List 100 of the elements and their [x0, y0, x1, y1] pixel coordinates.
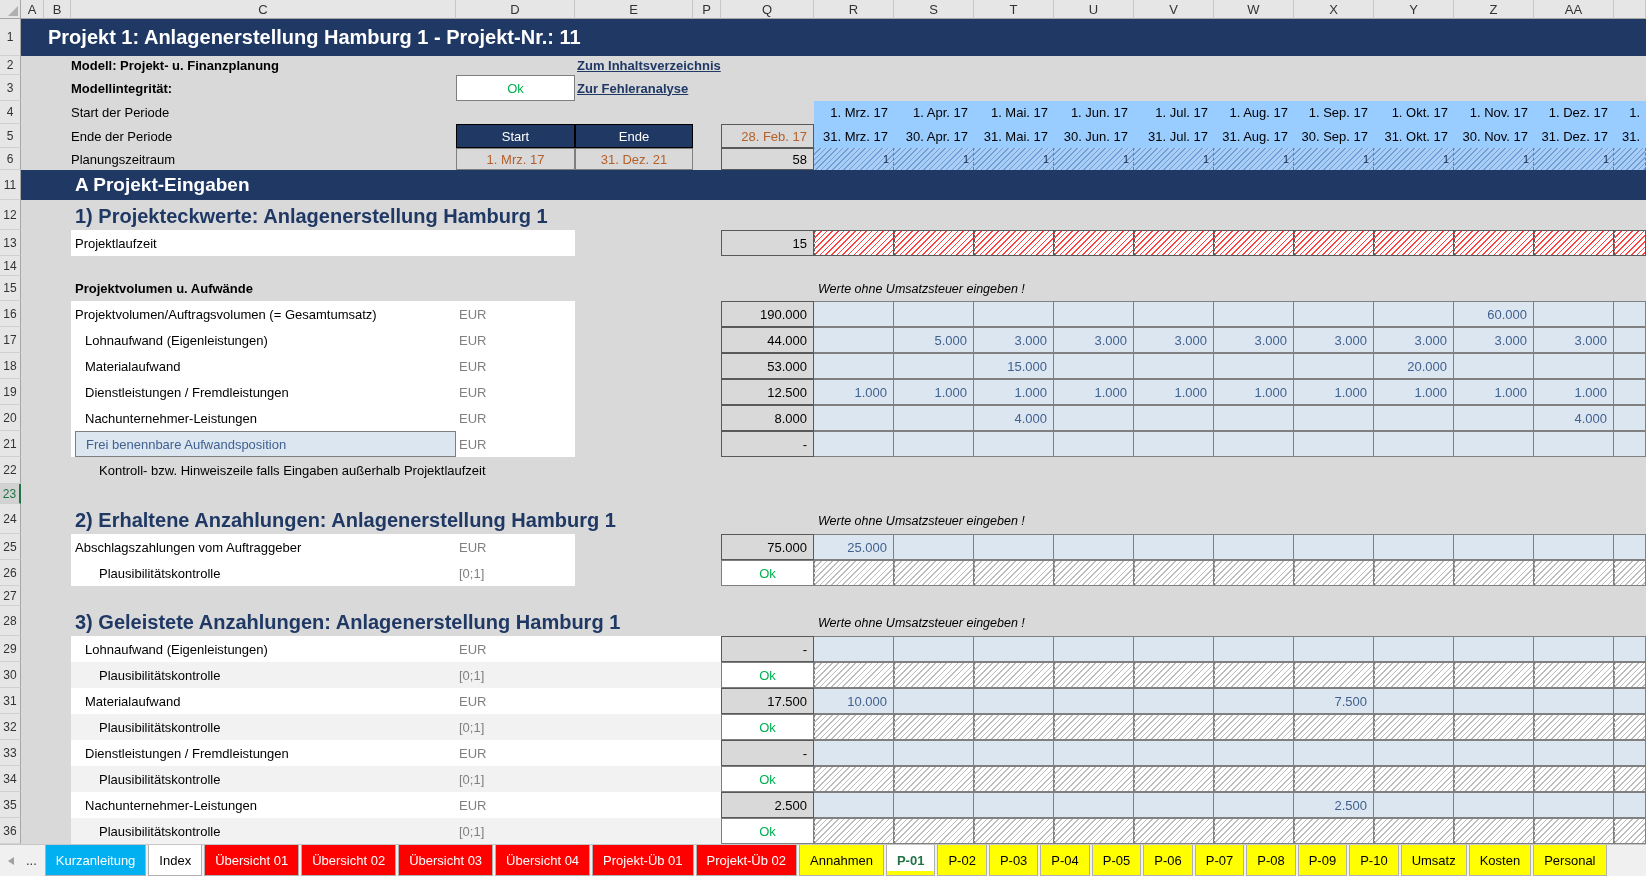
input-cell[interactable]	[1614, 405, 1646, 431]
input-cell[interactable]	[1374, 792, 1454, 818]
row-number[interactable]: 32	[0, 714, 21, 740]
input-cell[interactable]	[894, 405, 974, 431]
sheet-tab[interactable]: Annahmen	[799, 845, 884, 876]
input-cell[interactable]	[1534, 688, 1614, 714]
input-cell[interactable]	[1134, 353, 1214, 379]
column-header[interactable]	[1614, 0, 1646, 19]
input-cell[interactable]	[1614, 636, 1646, 662]
row-number[interactable]: 34	[0, 766, 21, 792]
input-cell[interactable]	[974, 740, 1054, 766]
input-cell[interactable]	[894, 636, 974, 662]
input-cell[interactable]	[1134, 636, 1214, 662]
input-cell[interactable]: 1.000	[1054, 379, 1134, 405]
column-header[interactable]: Y	[1374, 0, 1454, 19]
input-cell[interactable]	[974, 688, 1054, 714]
row-number[interactable]: 31	[0, 688, 21, 714]
input-cell[interactable]	[1054, 353, 1134, 379]
row-number[interactable]: 22	[0, 457, 21, 484]
row-number[interactable]: 18	[0, 353, 21, 379]
input-cell[interactable]	[1454, 688, 1534, 714]
input-cell[interactable]: 1.000	[1534, 379, 1614, 405]
input-cell[interactable]	[974, 636, 1054, 662]
input-cell[interactable]	[1294, 353, 1374, 379]
input-cell[interactable]: 5.000	[894, 327, 974, 353]
input-cell[interactable]	[974, 792, 1054, 818]
input-cell[interactable]: 20.000	[1374, 353, 1454, 379]
column-header[interactable]: R	[814, 0, 894, 19]
sheet-tab[interactable]: Übersicht 01	[204, 845, 300, 876]
input-cell[interactable]	[1214, 301, 1294, 327]
input-cell[interactable]	[1054, 405, 1134, 431]
sheet-tab[interactable]: P-03	[988, 845, 1039, 876]
input-cell[interactable]	[1214, 534, 1294, 560]
row-number[interactable]: 33	[0, 740, 21, 766]
input-cell[interactable]	[1454, 405, 1534, 431]
sheet-tab[interactable]: P-02	[937, 845, 987, 876]
input-cell[interactable]	[1134, 405, 1214, 431]
row-number[interactable]: 29	[0, 636, 21, 662]
hyperlink[interactable]: Zur Fehleranalyse	[575, 80, 814, 96]
column-header[interactable]: Q	[721, 0, 814, 19]
input-cell[interactable]	[974, 301, 1054, 327]
input-cell[interactable]	[1534, 740, 1614, 766]
row-number[interactable]: 28	[0, 606, 21, 636]
input-cell[interactable]	[1534, 301, 1614, 327]
input-cell[interactable]	[1214, 636, 1294, 662]
input-cell[interactable]: 1.000	[894, 379, 974, 405]
sheet-tab[interactable]: Übersicht 04	[495, 845, 591, 876]
input-cell[interactable]	[1054, 740, 1134, 766]
input-cell[interactable]	[1454, 792, 1534, 818]
input-cell[interactable]	[1134, 740, 1214, 766]
input-cell[interactable]	[1294, 431, 1374, 457]
input-cell[interactable]: 3.000	[1214, 327, 1294, 353]
column-header[interactable]: S	[894, 0, 974, 19]
input-cell[interactable]	[894, 534, 974, 560]
input-cell[interactable]	[894, 688, 974, 714]
row-number[interactable]: 16	[0, 301, 21, 327]
row-number[interactable]: 36	[0, 818, 21, 844]
input-cell[interactable]	[1534, 792, 1614, 818]
input-cell[interactable]	[814, 327, 894, 353]
input-cell[interactable]: 15.000	[974, 353, 1054, 379]
column-header[interactable]: B	[44, 0, 71, 19]
input-cell[interactable]: 3.000	[1454, 327, 1534, 353]
sheet-tab[interactable]: Projekt-Üb 01	[592, 845, 694, 876]
sheet-tab[interactable]: Projekt-Üb 02	[695, 845, 798, 876]
hyperlink[interactable]: Zum Inhaltsverzeichnis	[575, 58, 814, 73]
sheet-tab[interactable]: Umsatz	[1400, 845, 1467, 876]
input-cell[interactable]	[1214, 405, 1294, 431]
input-cell[interactable]	[814, 431, 894, 457]
sheet-tab[interactable]: P-07	[1194, 845, 1245, 876]
input-cell[interactable]	[894, 792, 974, 818]
input-cell[interactable]	[1294, 740, 1374, 766]
input-cell[interactable]	[894, 740, 974, 766]
input-cell[interactable]: 1.000	[1294, 379, 1374, 405]
column-header[interactable]: V	[1134, 0, 1214, 19]
sheet-tab[interactable]: P-09	[1297, 845, 1348, 876]
column-header[interactable]: Z	[1454, 0, 1534, 19]
input-cell[interactable]	[1374, 301, 1454, 327]
column-header[interactable]: C	[71, 0, 456, 19]
column-header[interactable]: E	[575, 0, 693, 19]
sheet-tab[interactable]: Übersicht 02	[301, 845, 397, 876]
column-header[interactable]: X	[1294, 0, 1374, 19]
input-cell[interactable]	[814, 636, 894, 662]
row-number[interactable]: 30	[0, 662, 21, 688]
sheet-tab[interactable]: P-08	[1246, 845, 1296, 876]
input-cell[interactable]	[1534, 636, 1614, 662]
row-number[interactable]: 13	[0, 230, 21, 256]
input-cell[interactable]	[814, 740, 894, 766]
sheet-tab[interactable]: Übersicht 03	[398, 845, 494, 876]
column-header[interactable]: D	[456, 0, 575, 19]
row-number[interactable]: 15	[0, 276, 21, 301]
input-cell[interactable]	[894, 353, 974, 379]
row-number[interactable]: 17	[0, 327, 21, 353]
row-number[interactable]: 14	[0, 256, 21, 276]
row-number[interactable]: 24	[0, 504, 21, 534]
row-number[interactable]: 26	[0, 560, 21, 586]
input-cell[interactable]	[1534, 534, 1614, 560]
row-number[interactable]: 35	[0, 792, 21, 818]
input-cell[interactable]	[1454, 353, 1534, 379]
input-cell[interactable]: 60.000	[1454, 301, 1534, 327]
column-header[interactable]: W	[1214, 0, 1294, 19]
